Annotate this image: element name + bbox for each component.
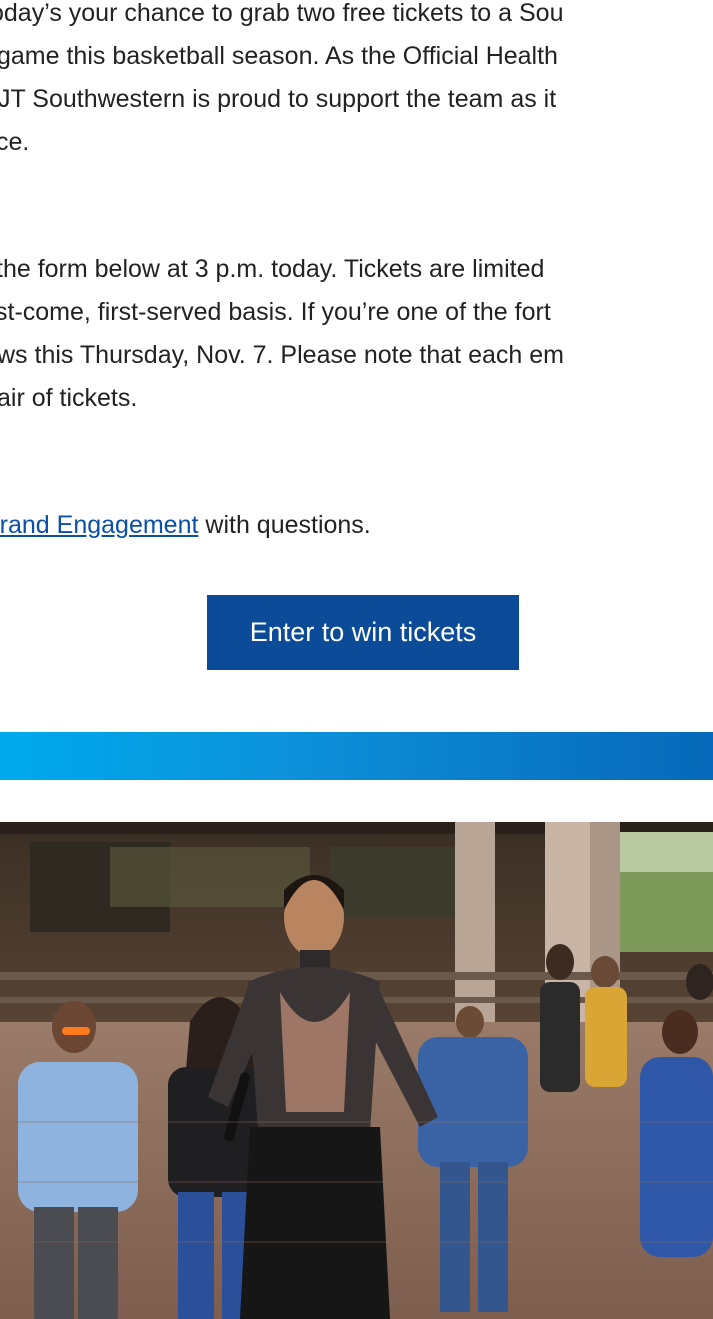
enter-to-win-button[interactable]: Enter to win tickets — [207, 595, 519, 670]
details-line-4: air of tickets. — [0, 384, 138, 412]
details-line-2: st-come, first-served basis. If you’re o… — [0, 298, 551, 326]
intro-line-2: game this basketball season. As the Offi… — [0, 42, 558, 70]
event-photo — [0, 822, 713, 1319]
contact-line: Brand Engagement with questions. — [0, 504, 713, 547]
gradient-divider — [0, 732, 713, 780]
contact-paragraph: Brand Engagement with questions. — [0, 504, 713, 547]
intro-line-1: oday’s your chance to grab two free tick… — [0, 0, 564, 27]
contact-suffix: with questions. — [198, 511, 371, 539]
event-photo-illustration — [0, 822, 713, 1319]
brand-engagement-link[interactable]: Brand Engagement — [0, 511, 198, 539]
email-body: oday’s your chance to grab two free tick… — [0, 0, 713, 1319]
intro-paragraph: oday’s your chance to grab two free tick… — [0, 0, 713, 164]
intro-line-3: JT Southwestern is proud to support the … — [0, 85, 557, 113]
details-line-1: the form below at 3 p.m. today. Tickets … — [0, 255, 545, 283]
details-line-3: ws this Thursday, Nov. 7. Please note th… — [0, 341, 564, 369]
intro-line-4: ce. — [0, 128, 30, 156]
details-paragraph: the form below at 3 p.m. today. Tickets … — [0, 248, 713, 420]
